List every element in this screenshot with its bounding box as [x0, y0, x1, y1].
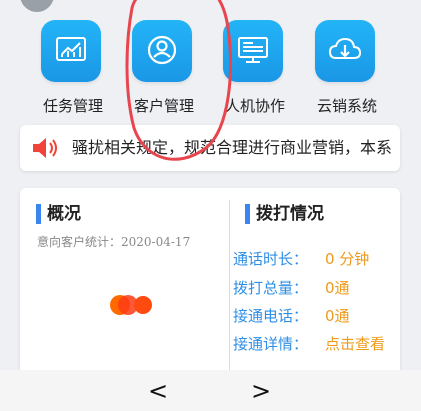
loading-indicator: [110, 295, 154, 315]
notice-text: 骚扰相关规定，规范合理进行商业营销，本系: [72, 138, 393, 157]
bottom-nav-bar: < >: [0, 370, 421, 411]
intent-customer-stat: 意向客户统计：2020-04-17: [37, 233, 190, 250]
menu-item-human-machine[interactable]: 人机协作: [209, 20, 301, 118]
call-duration-row: 通话时长： 0 分钟: [233, 248, 369, 269]
intent-stat-label: 意向客户统计：: [37, 235, 122, 249]
task-management-icon-tile: [41, 20, 101, 82]
menu-item-label: 客户管理: [133, 97, 194, 115]
menu-item-customer-management[interactable]: 客户管理: [118, 20, 210, 118]
call-duration-value: 0 分钟: [325, 250, 370, 268]
total-calls-value: 0通: [325, 279, 350, 297]
intent-stat-date: 2020-04-17: [121, 235, 191, 249]
stats-card: 概况 意向客户统计：2020-04-17 拨打情况 通话时长： 0 分钟 拨打总…: [20, 188, 400, 388]
chevron-right-icon: >: [250, 377, 272, 405]
cloud-sales-icon-tile: [315, 20, 375, 82]
app-screen: < 任务管理: [0, 0, 421, 411]
feature-menu: 任务管理 客户管理 人机协作 云销系统: [0, 0, 421, 120]
menu-item-label: 人机协作: [224, 97, 285, 115]
menu-item-label: 任务管理: [42, 97, 103, 115]
next-button[interactable]: >: [248, 378, 274, 404]
chevron-left-icon: <: [147, 377, 169, 405]
prev-button[interactable]: <: [145, 378, 171, 404]
section-divider: [229, 200, 230, 380]
chart-icon: [56, 37, 86, 61]
view-details-link[interactable]: 点击查看: [325, 333, 385, 354]
speaker-icon: [33, 138, 57, 158]
menu-item-label: 云销系统: [316, 97, 377, 115]
menu-item-task-management[interactable]: 任务管理: [27, 20, 119, 118]
connected-calls-label: 接通电话：: [233, 307, 309, 325]
connected-calls-value: 0通: [325, 307, 350, 325]
connection-details-label: 接通详情：: [233, 335, 309, 353]
overview-title: 概况: [36, 204, 81, 224]
notice-bar[interactable]: 骚扰相关规定，规范合理进行商业营销，本系: [20, 125, 400, 171]
user-icon: [147, 35, 177, 65]
total-calls-row: 拨打总量： 0通: [233, 277, 350, 298]
calls-title: 拨打情况: [245, 204, 324, 224]
customer-management-icon-tile: [132, 20, 192, 82]
human-machine-icon-tile: [223, 20, 283, 82]
connection-details-row[interactable]: 接通详情： 点击查看: [233, 333, 385, 354]
monitor-icon: [238, 37, 268, 63]
connected-calls-row: 接通电话： 0通: [233, 305, 350, 326]
call-duration-label: 通话时长：: [233, 250, 309, 268]
total-calls-label: 拨打总量：: [233, 279, 309, 297]
cloud-download-icon: [328, 37, 362, 59]
menu-item-cloud-sales[interactable]: 云销系统: [301, 20, 393, 118]
